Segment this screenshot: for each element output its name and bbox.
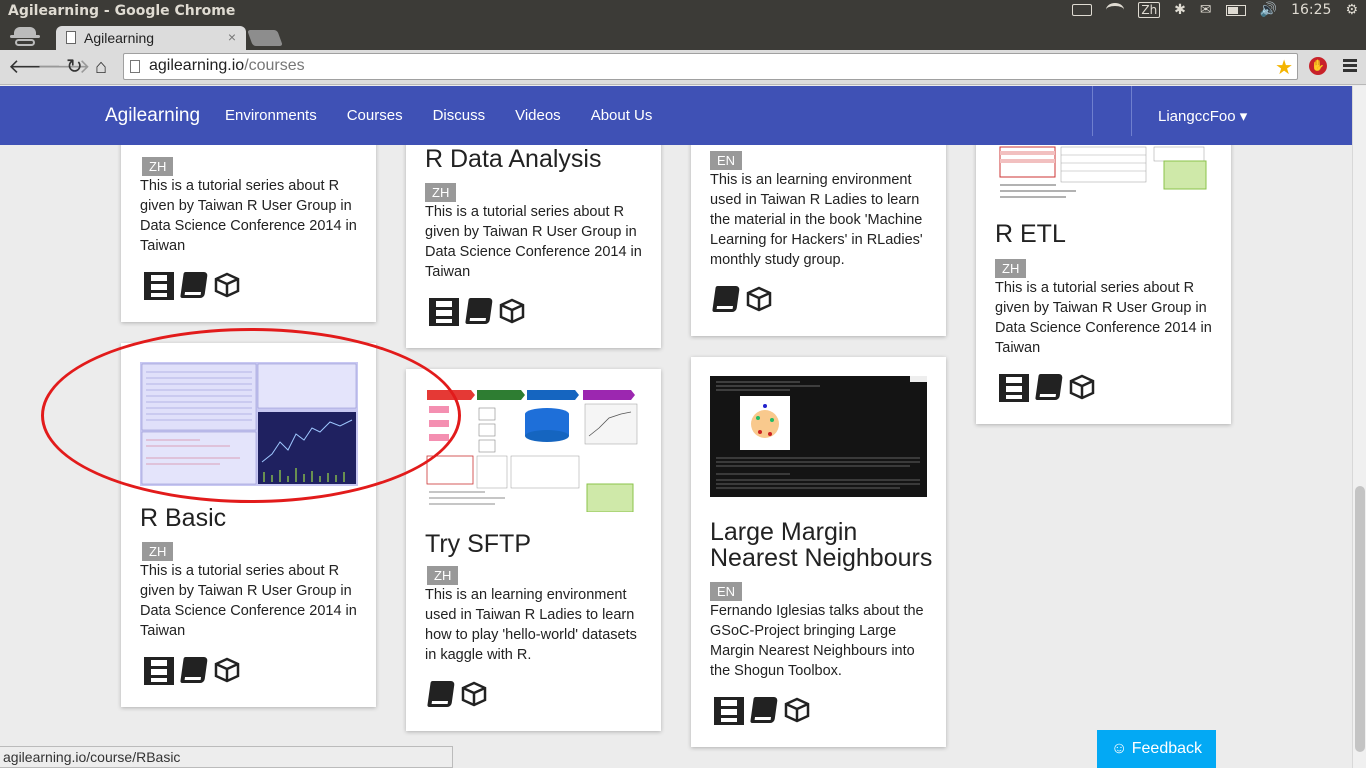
course-card[interactable]: Large Margin Nearest Neighbours EN Ferna… <box>691 357 946 747</box>
course-icons <box>144 272 240 300</box>
url-text[interactable]: agilearning.io/courses <box>149 57 305 75</box>
box-icon[interactable] <box>499 298 525 324</box>
box-icon[interactable] <box>746 286 772 312</box>
book-icon[interactable] <box>1035 374 1063 400</box>
course-title[interactable]: R Basic <box>140 505 226 531</box>
language-badge: EN <box>710 582 743 601</box>
course-title[interactable]: R Data Analysis <box>425 146 601 172</box>
page-icon <box>66 31 76 44</box>
course-title[interactable]: Try SFTP <box>425 531 531 557</box>
course-icons <box>427 681 487 707</box>
course-thumbnail[interactable] <box>710 376 927 497</box>
film-icon[interactable] <box>144 272 174 300</box>
language-badge: ZH <box>995 259 1027 278</box>
book-icon[interactable] <box>180 657 208 683</box>
language-badge: ZH <box>425 183 457 202</box>
film-icon[interactable] <box>429 298 459 326</box>
film-icon[interactable] <box>144 657 174 685</box>
close-icon[interactable]: × <box>228 29 236 45</box>
tab-title: Agilearning <box>84 30 155 46</box>
course-description: This is an learning environment used in … <box>710 172 923 268</box>
book-icon[interactable] <box>180 272 208 298</box>
gear-icon[interactable]: ⚙ <box>1345 2 1358 18</box>
nav-link-discuss[interactable]: Discuss <box>433 107 486 124</box>
mail-icon[interactable]: ✉ <box>1200 2 1212 18</box>
menu-icon[interactable] <box>1343 59 1357 73</box>
course-title[interactable]: Large Margin Nearest Neighbours <box>710 519 935 571</box>
book-icon[interactable] <box>427 681 455 707</box>
clock[interactable]: 16:25 <box>1291 2 1331 18</box>
nav-link-courses[interactable]: Courses <box>347 107 403 124</box>
film-icon[interactable] <box>999 374 1029 402</box>
course-thumbnail[interactable] <box>996 145 1212 202</box>
address-bar[interactable]: agilearning.io/courses ★ <box>123 53 1298 80</box>
feedback-button[interactable]: ☺ Feedback <box>1097 730 1216 768</box>
course-icons <box>144 657 240 685</box>
course-description: This is a tutorial series about R given … <box>140 178 357 254</box>
tab-strip: Agilearning × <box>0 24 1366 50</box>
input-method-icon[interactable]: Zh <box>1138 2 1161 18</box>
nav-avatar-slot[interactable] <box>1092 86 1132 136</box>
incognito-icon <box>8 25 42 47</box>
box-icon[interactable] <box>214 272 240 298</box>
box-icon[interactable] <box>1069 374 1095 400</box>
user-menu[interactable]: LiangccFoo ▾ <box>1158 107 1247 125</box>
new-tab-button[interactable] <box>247 30 283 46</box>
course-card[interactable]: ZH This is a tutorial series about R giv… <box>121 126 376 322</box>
nav-links: Environments Courses Discuss Videos Abou… <box>225 107 682 124</box>
volume-icon[interactable]: 🔊 <box>1260 2 1277 18</box>
site-brand[interactable]: Agilearning <box>105 105 200 127</box>
course-icons <box>429 298 525 326</box>
nav-link-videos[interactable]: Videos <box>515 107 561 124</box>
course-icons <box>712 286 772 312</box>
book-icon[interactable] <box>750 697 778 723</box>
stop-extension-icon[interactable]: ✋ <box>1309 57 1327 75</box>
course-description: Fernando Iglesias talks about the GSoC-P… <box>710 603 924 679</box>
language-badge: EN <box>710 151 743 170</box>
book-icon[interactable] <box>465 298 493 324</box>
browser-toolbar: 🡐 🡒 ↻ ⌂ agilearning.io/courses ★ ✋ <box>0 50 1366 85</box>
film-icon[interactable] <box>714 697 744 725</box>
battery-icon[interactable] <box>1225 4 1246 16</box>
course-card[interactable]: EN This is an learning environment used … <box>691 126 946 336</box>
reload-icon[interactable]: ↻ <box>66 56 83 78</box>
course-description: This is a tutorial series about R given … <box>140 563 357 639</box>
keyboard-icon[interactable] <box>1072 4 1093 16</box>
nav-link-about-us[interactable]: About Us <box>591 107 653 124</box>
scrollbar-thumb[interactable] <box>1355 486 1365 752</box>
home-icon[interactable]: ⌂ <box>95 56 107 78</box>
tab-agilearning[interactable]: Agilearning × <box>56 26 246 50</box>
box-icon[interactable] <box>461 681 487 707</box>
bluetooth-icon[interactable]: ✱ <box>1174 2 1186 18</box>
course-card[interactable]: R Data Analysis ZH This is a tutorial se… <box>406 126 661 348</box>
course-description: This is a tutorial series about R given … <box>425 204 642 280</box>
page-scrollbar[interactable] <box>1352 86 1366 768</box>
system-tray: Zh ✱ ✉ 🔊 16:25 ⚙ <box>1072 2 1358 18</box>
highlight-annotation <box>41 328 461 503</box>
book-icon[interactable] <box>712 286 740 312</box>
box-icon[interactable] <box>214 657 240 683</box>
course-icons <box>999 374 1095 402</box>
window-title: Agilearning - Google Chrome <box>8 3 236 19</box>
course-description: This is a tutorial series about R given … <box>995 280 1212 356</box>
page-icon <box>130 60 140 73</box>
language-badge: ZH <box>142 157 174 176</box>
bookmark-star-icon[interactable]: ★ <box>1275 55 1293 80</box>
language-badge: ZH <box>142 542 174 561</box>
wifi-icon[interactable] <box>1106 3 1125 17</box>
os-top-bar: Agilearning - Google Chrome Zh ✱ ✉ 🔊 16:… <box>0 0 1366 24</box>
course-title[interactable]: R ETL <box>995 221 1066 247</box>
course-card[interactable]: R ETL ZH This is a tutorial series about… <box>976 126 1231 424</box>
course-description: This is an learning environment used in … <box>425 587 637 663</box>
nav-link-environments[interactable]: Environments <box>225 107 317 124</box>
status-url-bubble: agilearning.io/course/RBasic <box>0 746 453 768</box>
page-viewport: Agilearning Environments Courses Discuss… <box>0 86 1352 768</box>
site-navbar: Agilearning Environments Courses Discuss… <box>0 86 1352 145</box>
language-badge: ZH <box>427 566 459 585</box>
course-icons <box>714 697 810 725</box>
box-icon[interactable] <box>784 697 810 723</box>
